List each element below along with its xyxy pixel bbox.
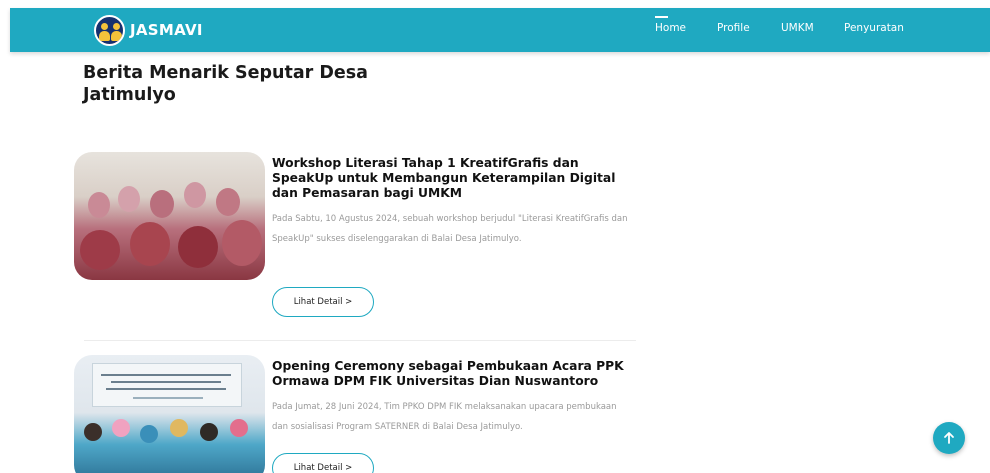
news-title[interactable]: Opening Ceremony sebagai Pembukaan Acara… <box>272 359 634 389</box>
navbar: JASMAVI Home Profile UMKM Penyuratan <box>10 8 990 52</box>
page-title: Berita Menarik Seputar Desa Jatimulyo <box>83 63 368 105</box>
news-image-workshop[interactable] <box>74 152 265 280</box>
nav-item-profile[interactable]: Profile <box>717 22 750 34</box>
nav-item-penyuratan[interactable]: Penyuratan <box>844 22 904 34</box>
news-title[interactable]: Workshop Literasi Tahap 1 KreatifGrafis … <box>272 156 634 201</box>
divider <box>84 340 636 341</box>
news-card-body: Opening Ceremony sebagai Pembukaan Acara… <box>272 359 634 437</box>
lihat-detail-button[interactable]: Lihat Detail > <box>272 453 374 473</box>
nav-item-umkm[interactable]: UMKM <box>781 22 814 34</box>
news-card: Opening Ceremony sebagai Pembukaan Acara… <box>74 355 639 473</box>
news-card: Workshop Literasi Tahap 1 KreatifGrafis … <box>74 152 639 332</box>
news-card-body: Workshop Literasi Tahap 1 KreatifGrafis … <box>272 156 634 249</box>
news-excerpt: Pada Jumat, 28 Juni 2024, Tim PPKO DPM F… <box>272 402 617 432</box>
arrow-up-icon <box>944 432 954 444</box>
event-banner <box>92 363 242 407</box>
news-image-ceremony[interactable] <box>74 355 265 473</box>
news-excerpt: Pada Sabtu, 10 Agustus 2024, sebuah work… <box>272 214 628 244</box>
scroll-top-button[interactable] <box>933 422 965 454</box>
lihat-detail-button[interactable]: Lihat Detail > <box>272 287 374 317</box>
nav-item-home[interactable]: Home <box>655 16 686 34</box>
nav-menu: Home Profile UMKM Penyuratan <box>10 8 990 52</box>
